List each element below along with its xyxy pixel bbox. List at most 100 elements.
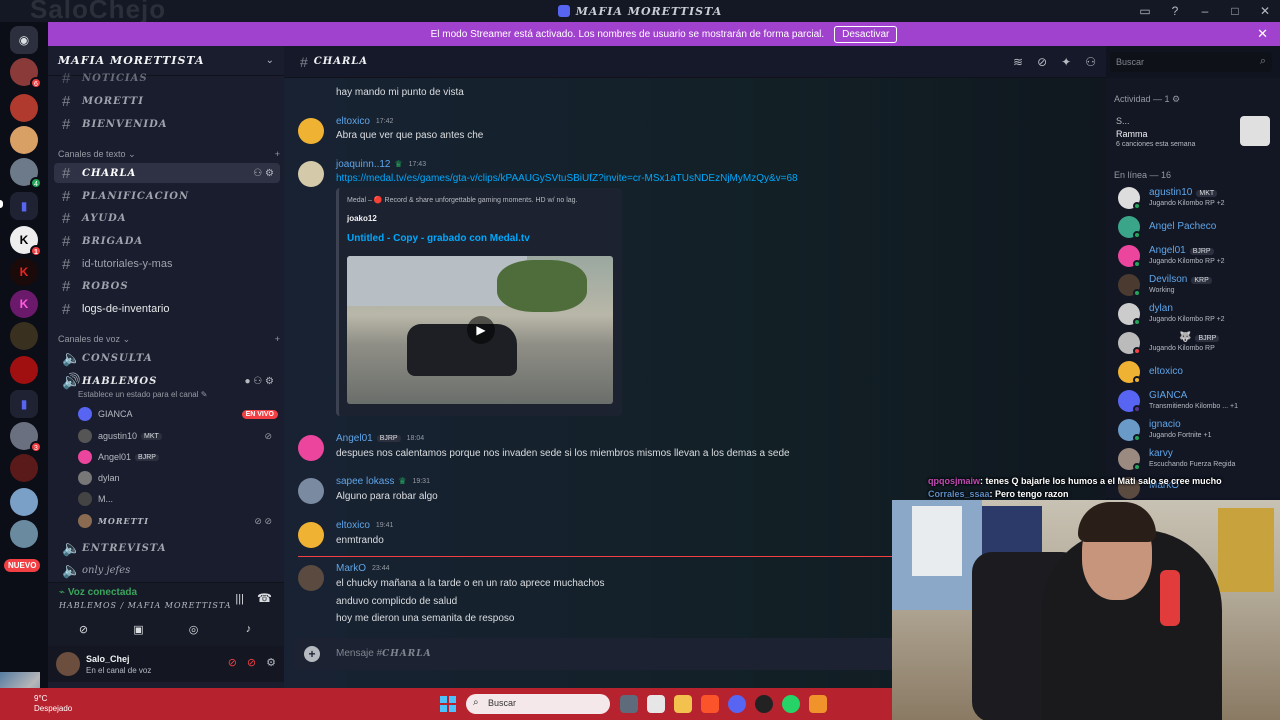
server-icon[interactable]: 6 [10, 58, 42, 89]
message-author[interactable]: eltoxico 17:42 [336, 116, 393, 127]
windows-start-icon[interactable] [440, 696, 456, 712]
username[interactable]: Salo_Chej [86, 654, 130, 664]
voice-user[interactable]: agustin10 MKT ⊘ [78, 427, 278, 445]
weather-widget[interactable]: 9°C Despejado [34, 694, 72, 714]
embed-video-thumbnail[interactable]: ▶ [347, 256, 613, 404]
avatar[interactable] [298, 565, 324, 591]
avatar[interactable] [298, 161, 324, 187]
channel-ayuda[interactable]: # AYUDA [54, 208, 280, 228]
server-icon[interactable] [10, 126, 38, 154]
camera-off-icon[interactable]: ⊘ [60, 619, 108, 639]
search-input[interactable]: Buscar ⌕ [1110, 52, 1272, 72]
mute-icon[interactable]: ⊘ [228, 656, 237, 669]
voice-channel-hablemos[interactable]: 🔊 HABLEMOS ● ⚇ ⚙ [54, 371, 280, 391]
add-channel-icon[interactable]: + [275, 334, 280, 345]
minimize-button[interactable]: – [1190, 4, 1220, 18]
task-view-icon[interactable] [620, 695, 638, 713]
avatar[interactable] [298, 478, 324, 504]
channel-brigada[interactable]: # BRIGADA [54, 231, 280, 251]
voice-user[interactable]: GIANCA EN VIVO [78, 405, 278, 423]
avatar[interactable] [298, 435, 324, 461]
category-voice-channels[interactable]: Canales de voz ⌄ + [58, 334, 280, 345]
maximize-button[interactable]: □ [1220, 4, 1250, 18]
voice-channel-name[interactable]: HABLEMOS / MAFIA MORETTISTA [59, 601, 232, 610]
pin-icon[interactable]: ✦ [1061, 55, 1071, 69]
play-icon[interactable]: ▶ [467, 316, 495, 344]
gear-icon[interactable]: ⚙ [266, 656, 276, 669]
member-list-icon[interactable]: ⚇ [1085, 55, 1096, 69]
message-link[interactable]: https://medal.tv/es/games/gta-v/clips/kP… [336, 173, 798, 184]
member-item[interactable]: GIANCA Transmitiendo Kilombo ... +1 [1118, 387, 1278, 415]
obs-icon[interactable] [755, 695, 773, 713]
voice-channel-actions[interactable]: ● ⚇ ⚙ [244, 376, 274, 387]
folder-icon[interactable]: ▮ [10, 192, 38, 220]
help-icon[interactable]: ? [1160, 4, 1190, 18]
channel-robos[interactable]: # ROBOS [54, 276, 280, 296]
channel-charla[interactable]: # CHARLA ⚇ ⚙ [54, 163, 280, 183]
message-author[interactable]: sapee lokass ♛ 19:31 [336, 476, 430, 487]
server-icon[interactable] [10, 454, 38, 482]
member-item[interactable]: ignacio Jugando Fortnite +1 [1118, 416, 1278, 444]
attach-plus-icon[interactable]: + [304, 646, 320, 662]
soundboard-icon[interactable]: ♪ [225, 619, 273, 639]
member-item[interactable]: 🐺 BJRP Jugando Kilombo RP [1118, 329, 1278, 357]
server-icon[interactable] [10, 322, 38, 350]
channel-planificacion[interactable]: # PLANIFICACION [54, 186, 280, 206]
server-icon[interactable]: 4 [10, 158, 42, 189]
deafen-icon[interactable]: ⊘ [247, 656, 256, 669]
store-icon[interactable] [647, 695, 665, 713]
close-icon[interactable]: ✕ [1257, 26, 1268, 42]
voice-user[interactable]: dylan [78, 469, 278, 487]
embed-title[interactable]: Untitled - Copy - grabado con Medal.tv [347, 233, 530, 244]
message-author[interactable]: MarkO 23:44 [336, 563, 390, 574]
server-icon[interactable] [10, 520, 38, 548]
voice-channel-consulta[interactable]: 🔈 CONSULTA [54, 348, 280, 368]
server-icon[interactable]: K1 [10, 226, 42, 257]
add-channel-icon[interactable]: + [275, 149, 280, 160]
whatsapp-icon[interactable] [782, 695, 800, 713]
close-window-button[interactable]: ✕ [1250, 4, 1280, 18]
disable-streamer-button[interactable]: Desactivar [834, 25, 898, 43]
server-icon[interactable]: K [10, 290, 38, 318]
notifications-muted-icon[interactable]: ⊘ [1037, 55, 1047, 69]
voice-user[interactable]: Angel01 BJRP [78, 448, 278, 466]
member-item[interactable]: eltoxico [1118, 358, 1278, 386]
voice-channel-only-jefes[interactable]: 🔈 only jefes [54, 560, 280, 580]
member-item[interactable]: Angel01 BJRP Jugando Kilombo RP +2 [1118, 242, 1278, 270]
disconnect-icon[interactable]: ☎ [257, 591, 272, 605]
server-icon[interactable]: 3 [10, 422, 42, 453]
folder-icon[interactable]: ▮ [10, 390, 38, 418]
voice-channel-status[interactable]: Establece un estado para el canal ✎ [78, 390, 207, 399]
message-author[interactable]: Angel01 BJRP 18:04 [336, 433, 424, 444]
channel-id-tutoriales[interactable]: # id-tutoriales-y-mas [54, 254, 280, 274]
server-icon[interactable]: K [10, 258, 38, 286]
message-author[interactable]: eltoxico 19:41 [336, 520, 393, 531]
taskbar-search[interactable]: ⌕ Buscar [466, 694, 610, 714]
voice-user[interactable]: M... [78, 490, 278, 508]
direct-messages-icon[interactable]: ◉ [10, 26, 38, 54]
avatar[interactable] [298, 118, 324, 144]
server-icon[interactable] [10, 488, 38, 516]
member-item[interactable]: agustin10 MKT Jugando Kilombo RP +2 [1118, 184, 1278, 212]
channel-bienvenida[interactable]: # BIENVENIDA [54, 114, 280, 134]
noise-suppression-icon[interactable]: ||| [235, 593, 244, 605]
avatar[interactable] [298, 522, 324, 548]
app-icon[interactable] [809, 695, 827, 713]
file-explorer-icon[interactable] [674, 695, 692, 713]
threads-icon[interactable]: ≋ [1013, 55, 1023, 69]
gear-icon[interactable]: ⚙ [1172, 94, 1180, 104]
activity-card[interactable]: S... Ramma 6 canciones esta semana [1114, 114, 1274, 154]
member-item[interactable]: dylan Jugando Kilombo RP +2 [1118, 300, 1278, 328]
channel-settings-icon[interactable]: ⚇ ⚙ [253, 168, 274, 179]
member-item[interactable]: Devilson KRP Working [1118, 271, 1278, 299]
message-author[interactable]: joaquinn..12 ♛ 17:43 [336, 159, 426, 170]
category-text-channels[interactable]: Canales de texto ⌄ + [58, 149, 280, 160]
screen-share-icon[interactable]: ▣ [115, 619, 163, 639]
avatar[interactable] [56, 652, 80, 676]
server-icon[interactable] [10, 94, 38, 122]
voice-user[interactable]: MORETTI ⊘ ⊘ [78, 512, 278, 530]
brave-browser-icon[interactable] [701, 695, 719, 713]
channel-moretti[interactable]: # MORETTI [54, 91, 280, 111]
inbox-icon[interactable]: ▭ [1130, 4, 1160, 18]
member-item[interactable]: karvy Escuchando Fuerza Regida [1118, 445, 1278, 473]
